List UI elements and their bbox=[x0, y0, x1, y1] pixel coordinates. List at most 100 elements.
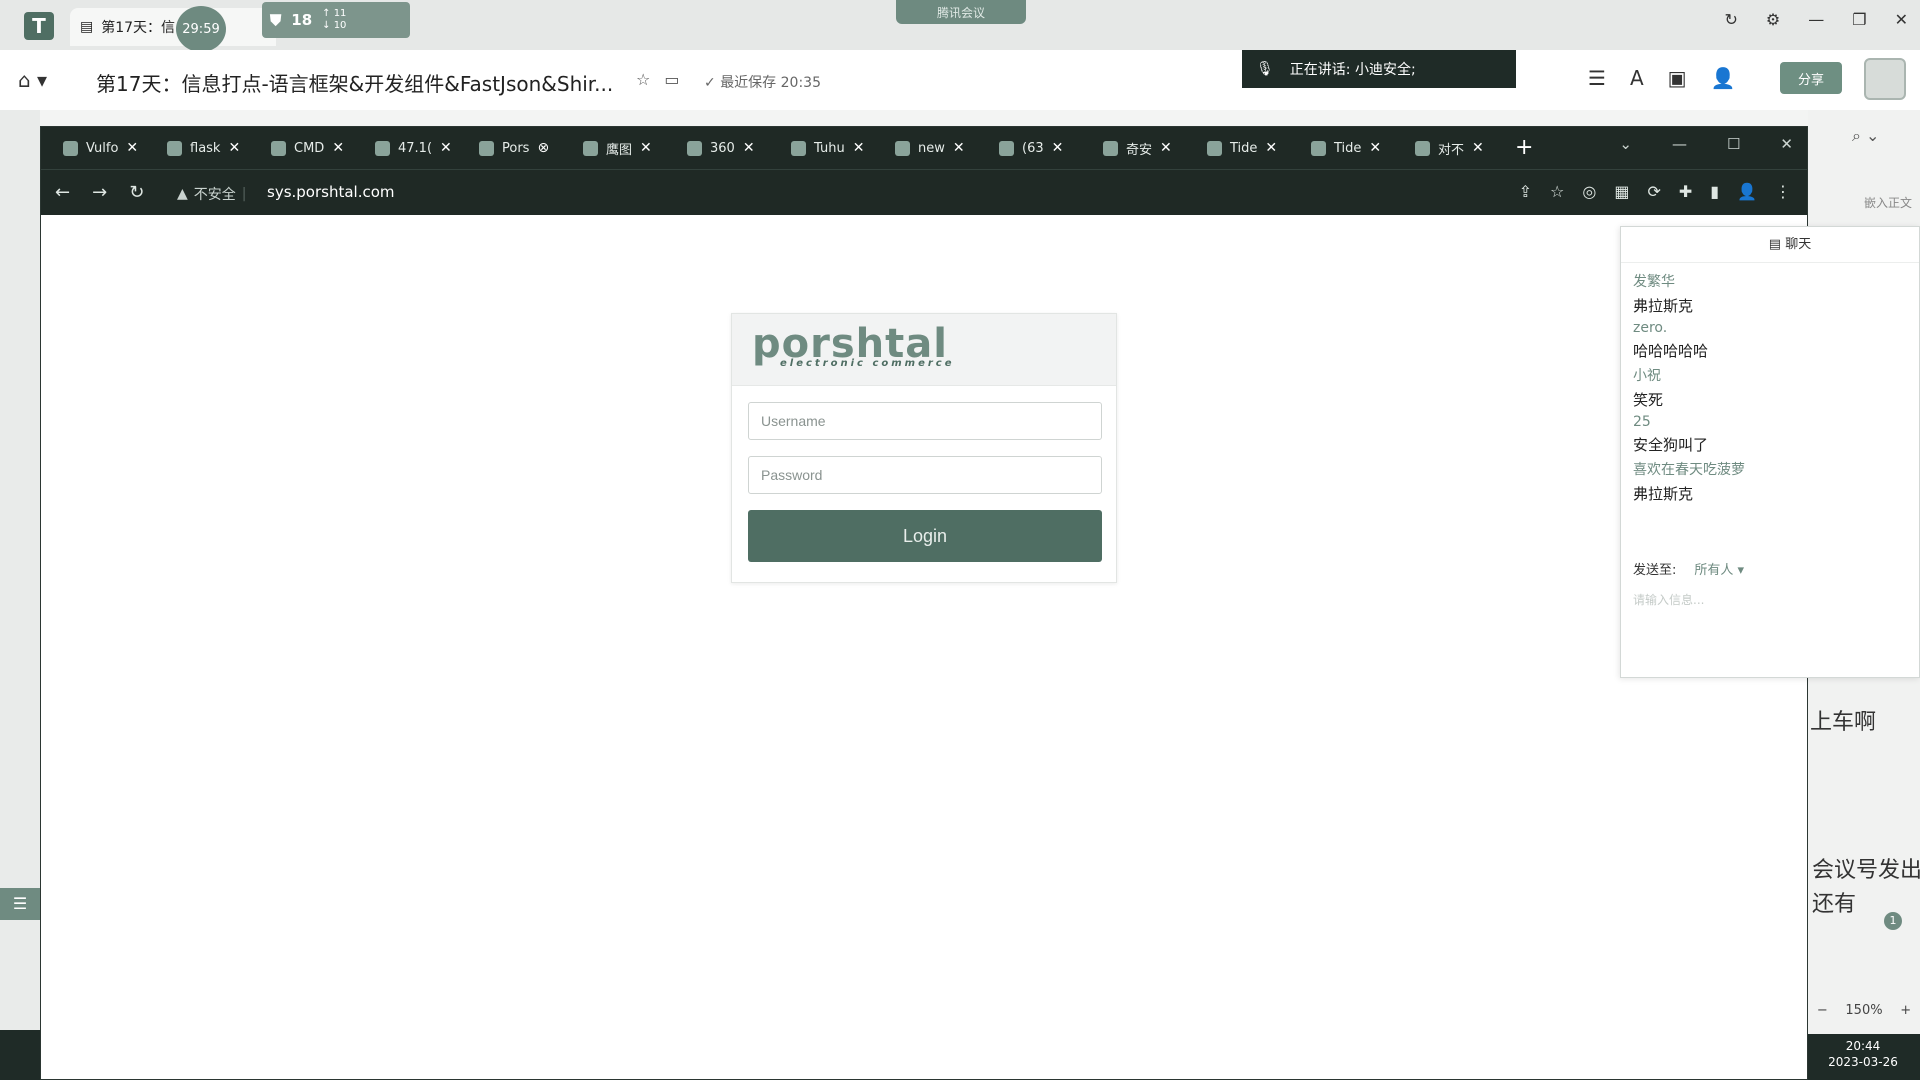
tab-close-icon[interactable]: ✕ bbox=[743, 140, 755, 156]
embed-label[interactable]: 嵌入正文 bbox=[1864, 194, 1912, 211]
minimize-icon[interactable]: — bbox=[1672, 135, 1687, 153]
browser-tab[interactable]: Vulfo ✕ bbox=[63, 133, 138, 163]
profile-icon[interactable]: 👤 bbox=[1737, 182, 1757, 201]
chat-message: 哈哈哈哈哈 bbox=[1633, 342, 1709, 360]
browser-tab[interactable]: 奇安 ✕ bbox=[1103, 133, 1172, 163]
reload-icon[interactable]: ↻ bbox=[129, 182, 144, 203]
chat-messages: 发繁华 弗拉斯克 zero. 哈哈哈哈哈 小祝 笑死 25 安全狗叫了 喜欢在春… bbox=[1621, 263, 1919, 508]
outline-toggle-icon[interactable]: ☰ bbox=[0, 888, 40, 920]
chat-input[interactable]: 请输入信息... bbox=[1633, 591, 1704, 608]
chat-sender: 发繁华 bbox=[1633, 274, 1675, 290]
puzzle-icon[interactable]: ✚ bbox=[1679, 182, 1692, 201]
chat-sender: 小祝 bbox=[1633, 368, 1661, 384]
browser-tab[interactable]: flask ✕ bbox=[167, 133, 240, 163]
doc-title-icons: ☆ ▭ bbox=[636, 70, 679, 89]
tab-close-icon[interactable]: ✕ bbox=[126, 140, 138, 156]
tab-close-icon[interactable]: ✕ bbox=[1160, 140, 1172, 156]
star-icon[interactable]: ☆ bbox=[636, 70, 650, 89]
microphone-icon: 🎙 bbox=[1256, 61, 1274, 77]
close-icon[interactable]: ✕ bbox=[1780, 135, 1793, 153]
home-icon[interactable]: ⌂ ▾ bbox=[18, 68, 47, 92]
zoom-in-icon[interactable]: + bbox=[1900, 1003, 1911, 1018]
browser-tab[interactable]: Tuhu ✕ bbox=[791, 133, 864, 163]
sidepanel-icon[interactable]: ▮ bbox=[1710, 182, 1719, 201]
browser-tabbar: Vulfo ✕ flask ✕ CMD ✕ 47.1(✕ Pors ⊗ 鹰图 ✕ 360 ✕… bbox=[41, 127, 1807, 169]
tab-close-icon[interactable]: ✕ bbox=[640, 140, 652, 156]
browser-tab-label: (63 bbox=[1022, 140, 1044, 156]
password-input[interactable] bbox=[748, 456, 1102, 494]
chat-sender: 25 bbox=[1633, 414, 1651, 430]
doc-right-tools: ☰ A ▣ 👤 bbox=[1588, 66, 1735, 90]
browser-tab[interactable]: 对不 ✕ bbox=[1415, 133, 1484, 163]
browser-tab[interactable]: new ✕ bbox=[895, 133, 965, 163]
tab-close-icon[interactable]: ✕ bbox=[332, 140, 344, 156]
doc-background-text-2: 会议号发出 bbox=[1812, 858, 1920, 883]
tab-favicon-icon bbox=[479, 140, 494, 156]
restore-icon[interactable]: ❐ bbox=[1852, 10, 1866, 29]
close-icon[interactable]: ✕ bbox=[1895, 10, 1908, 29]
browser-tab[interactable]: 鹰图 ✕ bbox=[583, 133, 652, 163]
browser-tab-label: 360 bbox=[710, 140, 735, 156]
present-icon[interactable]: ▣ bbox=[1668, 66, 1687, 90]
tab-favicon-icon bbox=[1311, 140, 1326, 156]
browser-tab[interactable]: Tide ✕ bbox=[1207, 133, 1277, 163]
app-logo-icon[interactable]: T bbox=[24, 12, 54, 40]
tab-favicon-icon bbox=[1207, 140, 1222, 156]
insecure-label: 不安全 bbox=[193, 187, 236, 203]
minimize-icon[interactable]: — bbox=[1808, 10, 1824, 29]
browser-tab-label: new bbox=[918, 140, 945, 156]
extension-qr-icon[interactable]: ▦ bbox=[1614, 182, 1629, 201]
tab-favicon-icon bbox=[1103, 140, 1118, 156]
kebab-menu-icon[interactable]: ⋮ bbox=[1775, 182, 1791, 201]
login-button[interactable]: Login bbox=[748, 510, 1102, 562]
browser-tab-active[interactable]: Pors ⊗ bbox=[479, 133, 549, 163]
notification-badge: 1 bbox=[1884, 912, 1902, 930]
browser-tab[interactable]: Tide ✕ bbox=[1311, 133, 1381, 163]
browser-tab[interactable]: 360 ✕ bbox=[687, 133, 755, 163]
tab-favicon-icon bbox=[999, 140, 1014, 156]
tab-close-icon[interactable]: ✕ bbox=[1369, 140, 1381, 156]
meeting-pill[interactable]: 腾讯会议 bbox=[896, 0, 1026, 24]
extension-refresh-icon[interactable]: ⟳ bbox=[1647, 182, 1660, 201]
bookmark-star-icon[interactable]: ☆ bbox=[1550, 182, 1564, 201]
settings-icon[interactable]: ⚙ bbox=[1766, 10, 1780, 29]
url-input[interactable]: sys.porshtal.com bbox=[267, 183, 395, 201]
warning-icon: ▲ bbox=[177, 186, 188, 202]
font-icon[interactable]: A bbox=[1630, 66, 1644, 90]
app-titlebar: T ▤ 第17天：信 29:59 ⛊ 18 ↑ 11 ↓ 10 腾讯会议 ↻ ⚙… bbox=[0, 0, 1920, 52]
tab-close-icon[interactable]: ✕ bbox=[440, 140, 452, 156]
extension-globe-icon[interactable]: ◎ bbox=[1582, 182, 1596, 201]
maximize-icon[interactable]: ☐ bbox=[1727, 135, 1740, 153]
share-button[interactable]: 分享 bbox=[1780, 62, 1842, 94]
shield-icon bbox=[1415, 140, 1430, 156]
back-icon[interactable]: ← bbox=[55, 182, 70, 203]
refresh-icon[interactable]: ↻ bbox=[1725, 10, 1738, 29]
share-icon[interactable]: ⇪ bbox=[1519, 182, 1532, 201]
tab-close-icon[interactable]: ✕ bbox=[953, 140, 965, 156]
browser-tab-label: 对不 bbox=[1438, 142, 1465, 158]
tab-close-icon[interactable]: ✕ bbox=[228, 140, 240, 156]
tab-close-icon[interactable]: ✕ bbox=[853, 140, 865, 156]
browser-tab[interactable]: CMD ✕ bbox=[271, 133, 344, 163]
tab-close-icon[interactable]: ✕ bbox=[1472, 140, 1484, 156]
tab-close-icon[interactable]: ✕ bbox=[1265, 140, 1277, 156]
chat-panel: ▤ 聊天 发繁华 弗拉斯克 zero. 哈哈哈哈哈 小祝 笑死 25 安全狗叫了… bbox=[1620, 226, 1920, 678]
browser-tab[interactable]: 47.1(✕ bbox=[375, 133, 452, 163]
user-add-icon[interactable]: 👤 bbox=[1711, 66, 1736, 90]
new-tab-icon[interactable]: + bbox=[1515, 135, 1533, 160]
send-to-select[interactable]: 所有人 ▾ bbox=[1694, 559, 1744, 578]
browser-tab-label: 奇安 bbox=[1126, 142, 1153, 158]
browser-tab[interactable]: (63 ✕ bbox=[999, 133, 1063, 163]
zoom-out-icon[interactable]: − bbox=[1817, 1003, 1828, 1018]
app-doc-tab[interactable]: ▤ 第17天：信 bbox=[70, 8, 276, 46]
avatar[interactable] bbox=[1864, 58, 1906, 100]
username-input[interactable] bbox=[748, 402, 1102, 440]
folder-icon[interactable]: ▭ bbox=[664, 70, 679, 89]
menu-icon[interactable]: ☰ bbox=[1588, 66, 1606, 90]
chevron-down-icon[interactable]: ⌄ bbox=[1619, 135, 1632, 153]
security-indicator[interactable]: ▲ 不安全 | bbox=[177, 184, 247, 204]
search-icon[interactable]: ⌕ ⌄ bbox=[1852, 126, 1879, 146]
tab-close-icon[interactable]: ⊗ bbox=[537, 140, 549, 156]
forward-icon[interactable]: → bbox=[92, 182, 107, 203]
tab-close-icon[interactable]: ✕ bbox=[1052, 140, 1064, 156]
